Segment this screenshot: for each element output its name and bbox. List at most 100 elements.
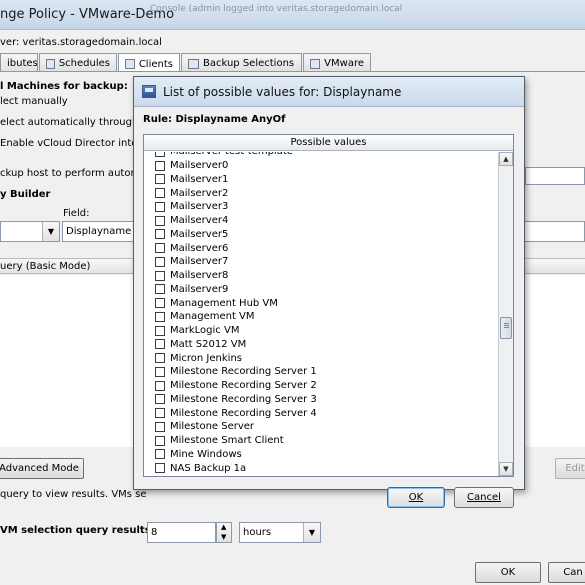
list-item-label: Milestone Recording Server 2 — [170, 380, 317, 392]
field-label: Field: — [63, 208, 90, 219]
reuse-hours-input[interactable]: 8 — [147, 522, 216, 543]
list-item[interactable]: Mailserver8 — [144, 269, 498, 283]
tab-schedules[interactable]: Schedules — [39, 53, 117, 71]
checkbox[interactable] — [155, 325, 165, 336]
checkbox[interactable] — [155, 201, 165, 212]
list-item[interactable]: Mailserver2 — [144, 186, 498, 200]
list-item[interactable]: Management VM — [144, 310, 498, 324]
list-item[interactable]: Micron Jenkins — [144, 351, 498, 365]
checkbox[interactable] — [155, 243, 165, 254]
list-item-label: NAS Backup 1a — [170, 462, 247, 474]
query-hint-text: query to view results. VMs se — [0, 489, 147, 500]
main-ok-label: OK — [500, 567, 516, 578]
checkbox[interactable] — [155, 174, 165, 185]
checkbox[interactable] — [155, 229, 165, 240]
list-item[interactable]: Mailserver0 — [144, 159, 498, 173]
list-item[interactable]: MarkLogic VM — [144, 324, 498, 338]
list-item[interactable]: Mailserver4 — [144, 214, 498, 228]
list-item[interactable]: Milestone Recording Server 3 — [144, 393, 498, 407]
vcloud-integration-checkbox[interactable]: Enable vCloud Director integr — [0, 138, 148, 149]
checkbox[interactable] — [155, 463, 165, 474]
list-item[interactable]: Matt S2012 VM — [144, 338, 498, 352]
main-window-titlebar: nge Policy - VMware-Demo Console (admin … — [0, 0, 585, 30]
list-item-label: Management Hub VM — [170, 297, 278, 309]
dialog-cancel-label: Cancel — [467, 492, 501, 503]
tab-backup-selections[interactable]: Backup Selections — [181, 53, 302, 71]
checkbox[interactable] — [155, 298, 165, 309]
list-item[interactable]: Mailserver5 — [144, 228, 498, 242]
list-item[interactable]: Mailserver-test-template — [144, 152, 498, 159]
list-item[interactable]: Milestone Recording Server 2 — [144, 379, 498, 393]
list-item-label: MarkLogic VM — [170, 325, 240, 337]
checkbox[interactable] — [155, 449, 165, 460]
select-manually-option[interactable]: lect manually — [0, 96, 68, 107]
checkbox[interactable] — [155, 366, 165, 377]
checkbox[interactable] — [155, 380, 165, 391]
checkbox[interactable] — [155, 421, 165, 432]
checkbox[interactable] — [155, 152, 165, 157]
field-combo[interactable]: Displayname — [62, 221, 134, 242]
list-item[interactable]: NAS Backup 1a — [144, 461, 498, 475]
edit-button-label: Edit — [565, 463, 585, 474]
checkbox[interactable] — [155, 215, 165, 226]
tab-attributes[interactable]: ibutes — [0, 53, 38, 71]
list-item[interactable]: Mailserver3 — [144, 200, 498, 214]
list-item[interactable]: Management Hub VM — [144, 296, 498, 310]
checkbox[interactable] — [155, 284, 165, 295]
list-item[interactable]: Mailserver9 — [144, 283, 498, 297]
clients-icon — [125, 59, 135, 69]
list-item[interactable]: Milestone Server — [144, 420, 498, 434]
list-item-label: Mailserver0 — [170, 160, 229, 172]
list-item-label: Mailserver1 — [170, 173, 229, 185]
list-item-label: Mailserver7 — [170, 256, 229, 268]
server-label: ver: veritas.storagedomain.local — [0, 37, 162, 48]
reuse-hours-value: 8 — [151, 527, 158, 538]
dialog-ok-button[interactable]: OK — [387, 487, 445, 508]
scrollbar-thumb[interactable] — [500, 316, 512, 339]
vmware-icon — [310, 58, 321, 69]
operator-combo[interactable]: ▼ — [0, 221, 60, 242]
checkbox[interactable] — [155, 256, 165, 267]
edit-button[interactable]: Edit — [555, 458, 585, 479]
checkbox[interactable] — [155, 188, 165, 199]
vertical-scrollbar[interactable]: ▲ ▼ — [498, 152, 513, 476]
checkbox[interactable] — [155, 270, 165, 281]
dialog-cancel-button[interactable]: Cancel — [454, 487, 514, 508]
scroll-down-icon[interactable]: ▼ — [499, 462, 513, 476]
reuse-hours-spinner[interactable]: ▲ ▼ — [216, 522, 232, 543]
query-mode-label: uery (Basic Mode) — [0, 261, 91, 272]
list-item[interactable]: Milestone Smart Client — [144, 434, 498, 448]
list-item[interactable]: Milestone Recording Server 4 — [144, 406, 498, 420]
checkbox[interactable] — [155, 160, 165, 171]
list-item[interactable]: Mailserver1 — [144, 173, 498, 187]
list-item[interactable]: Milestone Recording Server 1 — [144, 365, 498, 379]
reuse-unit-combo[interactable]: hours ▼ — [239, 522, 321, 543]
checkbox[interactable] — [155, 339, 165, 350]
checkbox[interactable] — [155, 408, 165, 419]
tab-vmware[interactable]: VMware — [303, 53, 371, 71]
main-cancel-button[interactable]: Can — [548, 562, 585, 583]
scrollbar-grip — [504, 322, 509, 324]
value-input[interactable] — [524, 221, 585, 242]
scroll-up-icon[interactable]: ▲ — [499, 152, 513, 166]
list-item[interactable]: Mailserver6 — [144, 241, 498, 255]
dialog-titlebar[interactable]: List of possible values for: Displayname — [134, 77, 524, 107]
list-item[interactable]: Mine Windows — [144, 448, 498, 462]
backup-host-combo[interactable] — [525, 167, 585, 185]
list-item-label: Milestone Server — [170, 421, 255, 433]
checkbox[interactable] — [155, 353, 165, 364]
scrollbar-grip — [504, 326, 509, 328]
spinner-up-icon: ▲ — [221, 523, 227, 531]
advanced-mode-button[interactable]: Advanced Mode — [0, 458, 84, 479]
main-ok-button[interactable]: OK — [475, 562, 541, 583]
list-item[interactable]: Mailserver7 — [144, 255, 498, 269]
checkbox[interactable] — [155, 311, 165, 322]
advanced-mode-button-label: Advanced Mode — [0, 463, 79, 474]
vm-backup-heading: l Machines for backup: — [0, 81, 128, 92]
checkbox[interactable] — [155, 435, 165, 446]
java-app-icon — [142, 85, 156, 98]
checkbox[interactable] — [155, 394, 165, 405]
tab-clients[interactable]: Clients — [118, 53, 180, 72]
list-item-label: Mailserver5 — [170, 228, 229, 240]
rule-label: Rule: Displayname AnyOf — [143, 114, 286, 125]
